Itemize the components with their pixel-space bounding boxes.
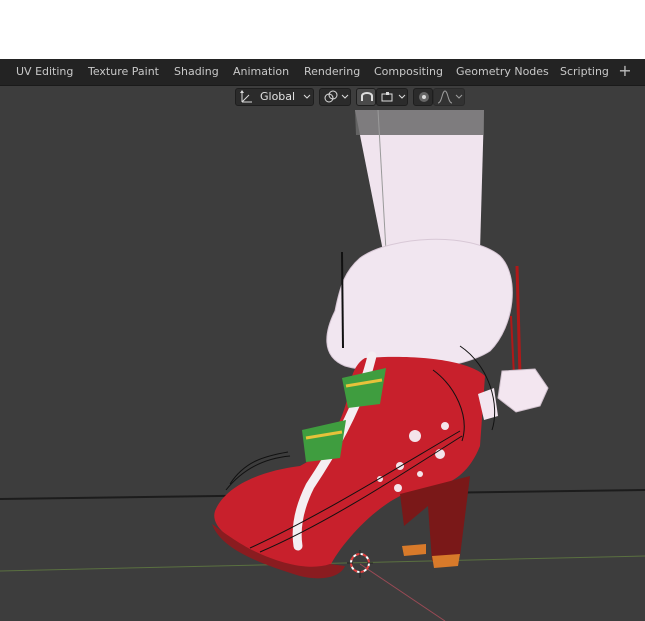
proportional-edit-icon: [419, 92, 429, 102]
pivot-point-dropdown[interactable]: [319, 88, 351, 106]
tab-uv-editing[interactable]: UV Editing: [16, 59, 73, 85]
transform-orientation-dropdown[interactable]: Global: [235, 88, 314, 106]
ribbon-bow-bottom: [302, 420, 346, 462]
chevron-down-icon: [341, 94, 349, 99]
snap-toggle[interactable]: [356, 88, 376, 106]
tab-shading[interactable]: Shading: [174, 59, 219, 85]
tab-animation[interactable]: Animation: [233, 59, 289, 85]
ribbon-bow-top: [342, 368, 386, 408]
fur-cuff: [326, 238, 513, 372]
tab-compositing[interactable]: Compositing: [374, 59, 443, 85]
window-top-area: [0, 0, 645, 59]
chevron-down-icon: [398, 94, 406, 99]
magnet-icon: [361, 92, 373, 101]
orientation-label: Global: [260, 90, 296, 103]
pivot-icon: [324, 90, 338, 103]
heel-tip: [432, 554, 460, 568]
leg-clipped-top: [355, 110, 484, 135]
heel-tip-2: [402, 544, 426, 556]
tab-scripting[interactable]: Scripting: [560, 59, 609, 85]
snap-target-dropdown[interactable]: [376, 88, 408, 106]
3d-viewport[interactable]: Global: [0, 86, 645, 621]
falloff-curve-icon: [437, 90, 453, 104]
scene-render: [0, 109, 645, 621]
snap-target-icon: [381, 92, 393, 102]
transform-orientation-icon: [240, 90, 252, 103]
falloff-dropdown[interactable]: [433, 88, 465, 106]
pom-pom: [497, 368, 549, 413]
chevron-down-icon: [303, 94, 311, 99]
chevron-down-icon: [455, 94, 463, 99]
tab-texture-paint[interactable]: Texture Paint: [88, 59, 159, 85]
workspace-tabs-bar: UV Editing Texture Paint Shading Animati…: [0, 59, 645, 86]
proportional-edit-toggle[interactable]: [413, 88, 433, 106]
armature-bone: [341, 251, 344, 349]
grid-y-axis-line: [359, 563, 446, 621]
tab-geometry-nodes[interactable]: Geometry Nodes: [456, 59, 549, 85]
tab-rendering[interactable]: Rendering: [304, 59, 360, 85]
add-workspace-button[interactable]: +: [617, 59, 633, 85]
